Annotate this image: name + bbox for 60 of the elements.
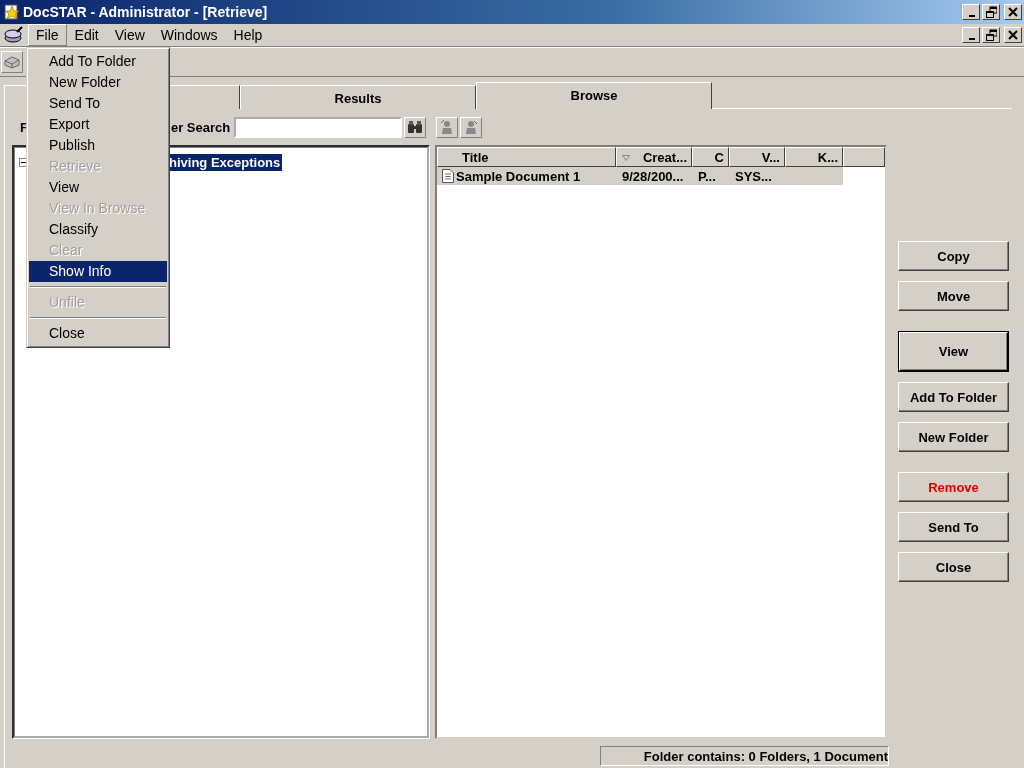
column-header[interactable]: C <box>692 147 729 167</box>
search-button[interactable] <box>404 116 427 138</box>
menu-item[interactable]: New Folder <box>29 72 167 93</box>
user-button[interactable] <box>436 116 459 138</box>
table-cell: SYS... <box>735 168 772 184</box>
restore-icon <box>985 5 997 18</box>
menu-item[interactable]: Windows <box>152 24 226 47</box>
menu-item[interactable]: Edit <box>66 24 107 47</box>
restore-button[interactable] <box>982 3 1000 20</box>
search-field[interactable] <box>234 116 403 138</box>
toolbar-button[interactable] <box>1 51 23 74</box>
star-icon <box>4 3 20 20</box>
menu-item[interactable]: File <box>28 24 67 47</box>
column-header[interactable]: Creat... <box>616 147 692 167</box>
user-button[interactable] <box>460 116 483 138</box>
menu-item[interactable]: Publish <box>29 135 167 156</box>
view-button[interactable]: View <box>898 331 1009 372</box>
menu-item[interactable]: Help <box>225 24 271 47</box>
search-label: er Search <box>170 119 231 135</box>
menu-item[interactable]: Classify <box>29 219 167 240</box>
close-button[interactable] <box>1004 3 1022 20</box>
minimize-icon <box>968 38 975 41</box>
column-header[interactable]: Title <box>437 147 616 167</box>
menu-item[interactable]: Export <box>29 114 167 135</box>
column-header[interactable]: K... <box>785 147 843 167</box>
person-icon <box>463 119 480 135</box>
action-button[interactable]: Copy <box>898 241 1009 271</box>
menu-item[interactable]: Send To <box>29 93 167 114</box>
sort-arrow-icon <box>622 155 630 161</box>
minimize-button[interactable] <box>962 27 980 44</box>
close-icon <box>1007 29 1019 42</box>
restore-icon <box>985 29 997 42</box>
minimize-button[interactable] <box>962 3 980 20</box>
action-button[interactable]: Add To Folder <box>898 382 1009 412</box>
action-button[interactable]: Close <box>898 552 1009 582</box>
menu-item[interactable]: Show Info <box>29 261 167 282</box>
close-button[interactable] <box>1004 27 1022 44</box>
table-cell: P... <box>698 168 716 184</box>
restore-button[interactable] <box>982 27 1000 44</box>
column-header[interactable]: V... <box>729 147 785 167</box>
close-icon <box>1007 5 1019 18</box>
action-button[interactable]: Send To <box>898 512 1009 542</box>
app-icon[interactable] <box>3 26 23 45</box>
box-icon <box>4 55 20 70</box>
menu-item[interactable]: Add To Folder <box>29 51 167 72</box>
document-icon <box>442 169 454 183</box>
window-title: DocSTAR - Administrator - [Retrieve] <box>23 3 268 20</box>
menu-item[interactable]: View <box>106 24 153 47</box>
binoculars-icon <box>407 120 424 134</box>
menu-item[interactable]: View <box>29 177 167 198</box>
tab[interactable]: Results <box>240 85 476 109</box>
tab[interactable]: Browse <box>476 82 712 109</box>
minimize-icon <box>968 14 975 17</box>
table-cell: Sample Document 1 <box>456 168 581 184</box>
action-button[interactable]: Move <box>898 281 1009 311</box>
action-button[interactable]: New Folder <box>898 422 1009 452</box>
tree-item[interactable]: hiving Exceptions <box>167 154 283 171</box>
status-text: Folder contains: 0 Folders, 1 Document <box>600 746 889 766</box>
table-cell: 9/28/200... <box>622 168 684 184</box>
menu-item[interactable]: Close <box>29 323 167 344</box>
